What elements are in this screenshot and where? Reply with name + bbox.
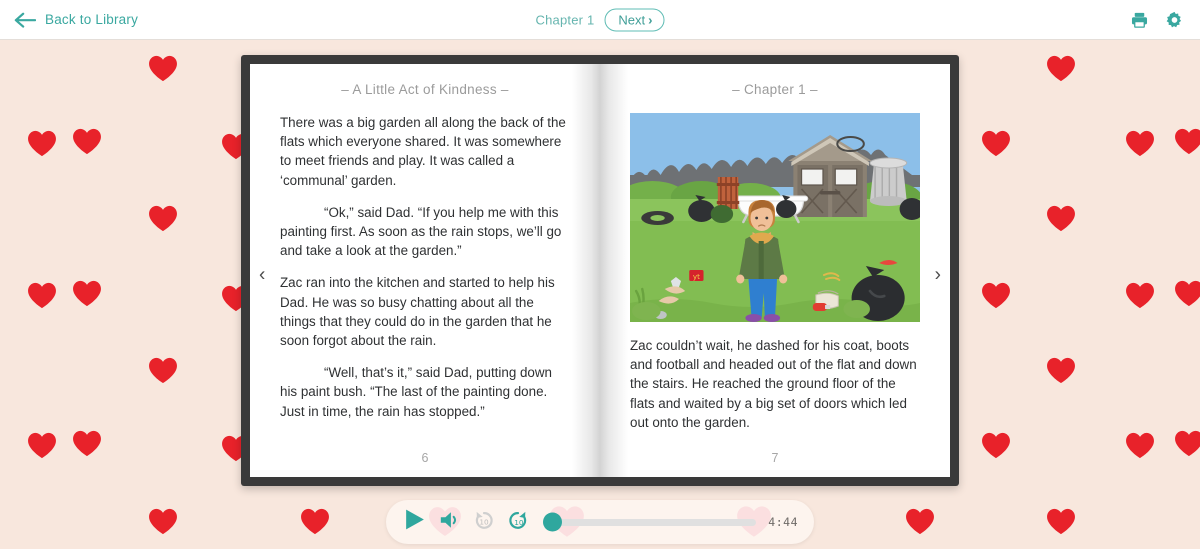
heart-icon — [148, 357, 178, 384]
boy-in-littered-garden-illustration: yt — [630, 113, 920, 322]
heart-icon — [1174, 128, 1200, 155]
heart-icon — [72, 128, 102, 155]
rewind-10-icon: 10 — [473, 509, 495, 536]
heart-icon — [1174, 430, 1200, 457]
left-page-paragraph: There was a big garden all along the bac… — [280, 115, 566, 188]
left-page: – A Little Act of Kindness – There was a… — [250, 64, 600, 477]
printer-icon[interactable] — [1130, 10, 1149, 29]
volume-icon — [439, 509, 461, 536]
audio-player: 10 10 4:44 — [386, 500, 814, 544]
audio-progress-slider[interactable] — [543, 511, 757, 533]
audio-progress-thumb[interactable] — [543, 512, 562, 532]
forward-seconds-label: 10 — [514, 518, 524, 527]
left-page-title: – A Little Act of Kindness – — [341, 82, 509, 97]
heart-icon — [1125, 432, 1155, 459]
previous-page-arrow[interactable]: ‹ — [259, 265, 265, 284]
top-toolbar: Back to Library Chapter 1 Next › — [0, 0, 1200, 40]
heart-icon — [148, 508, 178, 535]
forward-10-icon: 10 — [507, 509, 529, 536]
left-page-number: 6 — [421, 451, 429, 465]
audio-time-label: 4:44 — [768, 515, 798, 529]
volume-button[interactable] — [439, 509, 461, 536]
heart-icon — [1174, 280, 1200, 307]
heart-icon — [72, 430, 102, 457]
audio-progress-track — [543, 518, 757, 526]
left-page-paragraph: “Ok,” said Dad. “If you help me with thi… — [280, 204, 562, 259]
heart-icon — [1046, 357, 1076, 384]
heart-icon — [1046, 205, 1076, 232]
svg-text:yt: yt — [693, 272, 700, 281]
heart-icon — [27, 130, 57, 157]
chevron-right-icon: › — [648, 12, 653, 27]
arrow-left-icon — [14, 11, 37, 29]
heart-icon — [1125, 130, 1155, 157]
chapter-navigation: Chapter 1 Next › — [536, 8, 665, 31]
book-pages: – A Little Act of Kindness – There was a… — [250, 64, 950, 477]
right-page: – Chapter 1 – yt Zac couldn’t wait, he d… — [600, 64, 950, 477]
back-to-library-label: Back to Library — [45, 12, 139, 27]
play-icon — [402, 507, 427, 537]
gear-icon[interactable] — [1165, 10, 1184, 29]
heart-icon — [981, 130, 1011, 157]
rewind-seconds-label: 10 — [479, 517, 489, 526]
next-chapter-label: Next — [618, 12, 646, 27]
left-page-paragraph: “Well, that’s it,” said Dad, putting dow… — [280, 365, 553, 419]
heart-icon — [1125, 282, 1155, 309]
heart-icon — [72, 280, 102, 307]
right-page-title: – Chapter 1 – — [732, 82, 818, 97]
heart-icon — [1046, 508, 1076, 535]
right-page-number: 7 — [771, 451, 779, 465]
heart-icon — [27, 282, 57, 309]
forward-10-button[interactable]: 10 — [507, 509, 529, 536]
book-viewer: – A Little Act of Kindness – There was a… — [241, 55, 959, 486]
heart-icon — [148, 205, 178, 232]
heart-icon — [905, 508, 935, 535]
right-page-paragraph: Zac couldn’t wait, he dashed for his coa… — [630, 338, 917, 430]
back-to-library-button[interactable]: Back to Library — [14, 11, 138, 29]
play-button[interactable] — [402, 507, 427, 537]
left-page-paragraph: Zac ran into the kitchen and started to … — [280, 275, 555, 349]
next-page-arrow[interactable]: › — [935, 265, 941, 284]
heart-icon — [27, 432, 57, 459]
heart-icon — [1046, 55, 1076, 82]
next-chapter-button[interactable]: Next › — [604, 8, 665, 31]
heart-icon — [981, 282, 1011, 309]
heart-icon — [981, 432, 1011, 459]
chapter-label: Chapter 1 — [535, 12, 595, 27]
rewind-10-button[interactable]: 10 — [473, 509, 495, 536]
toolbar-actions — [1130, 10, 1184, 29]
heart-icon — [300, 508, 330, 535]
heart-icon — [148, 55, 178, 82]
